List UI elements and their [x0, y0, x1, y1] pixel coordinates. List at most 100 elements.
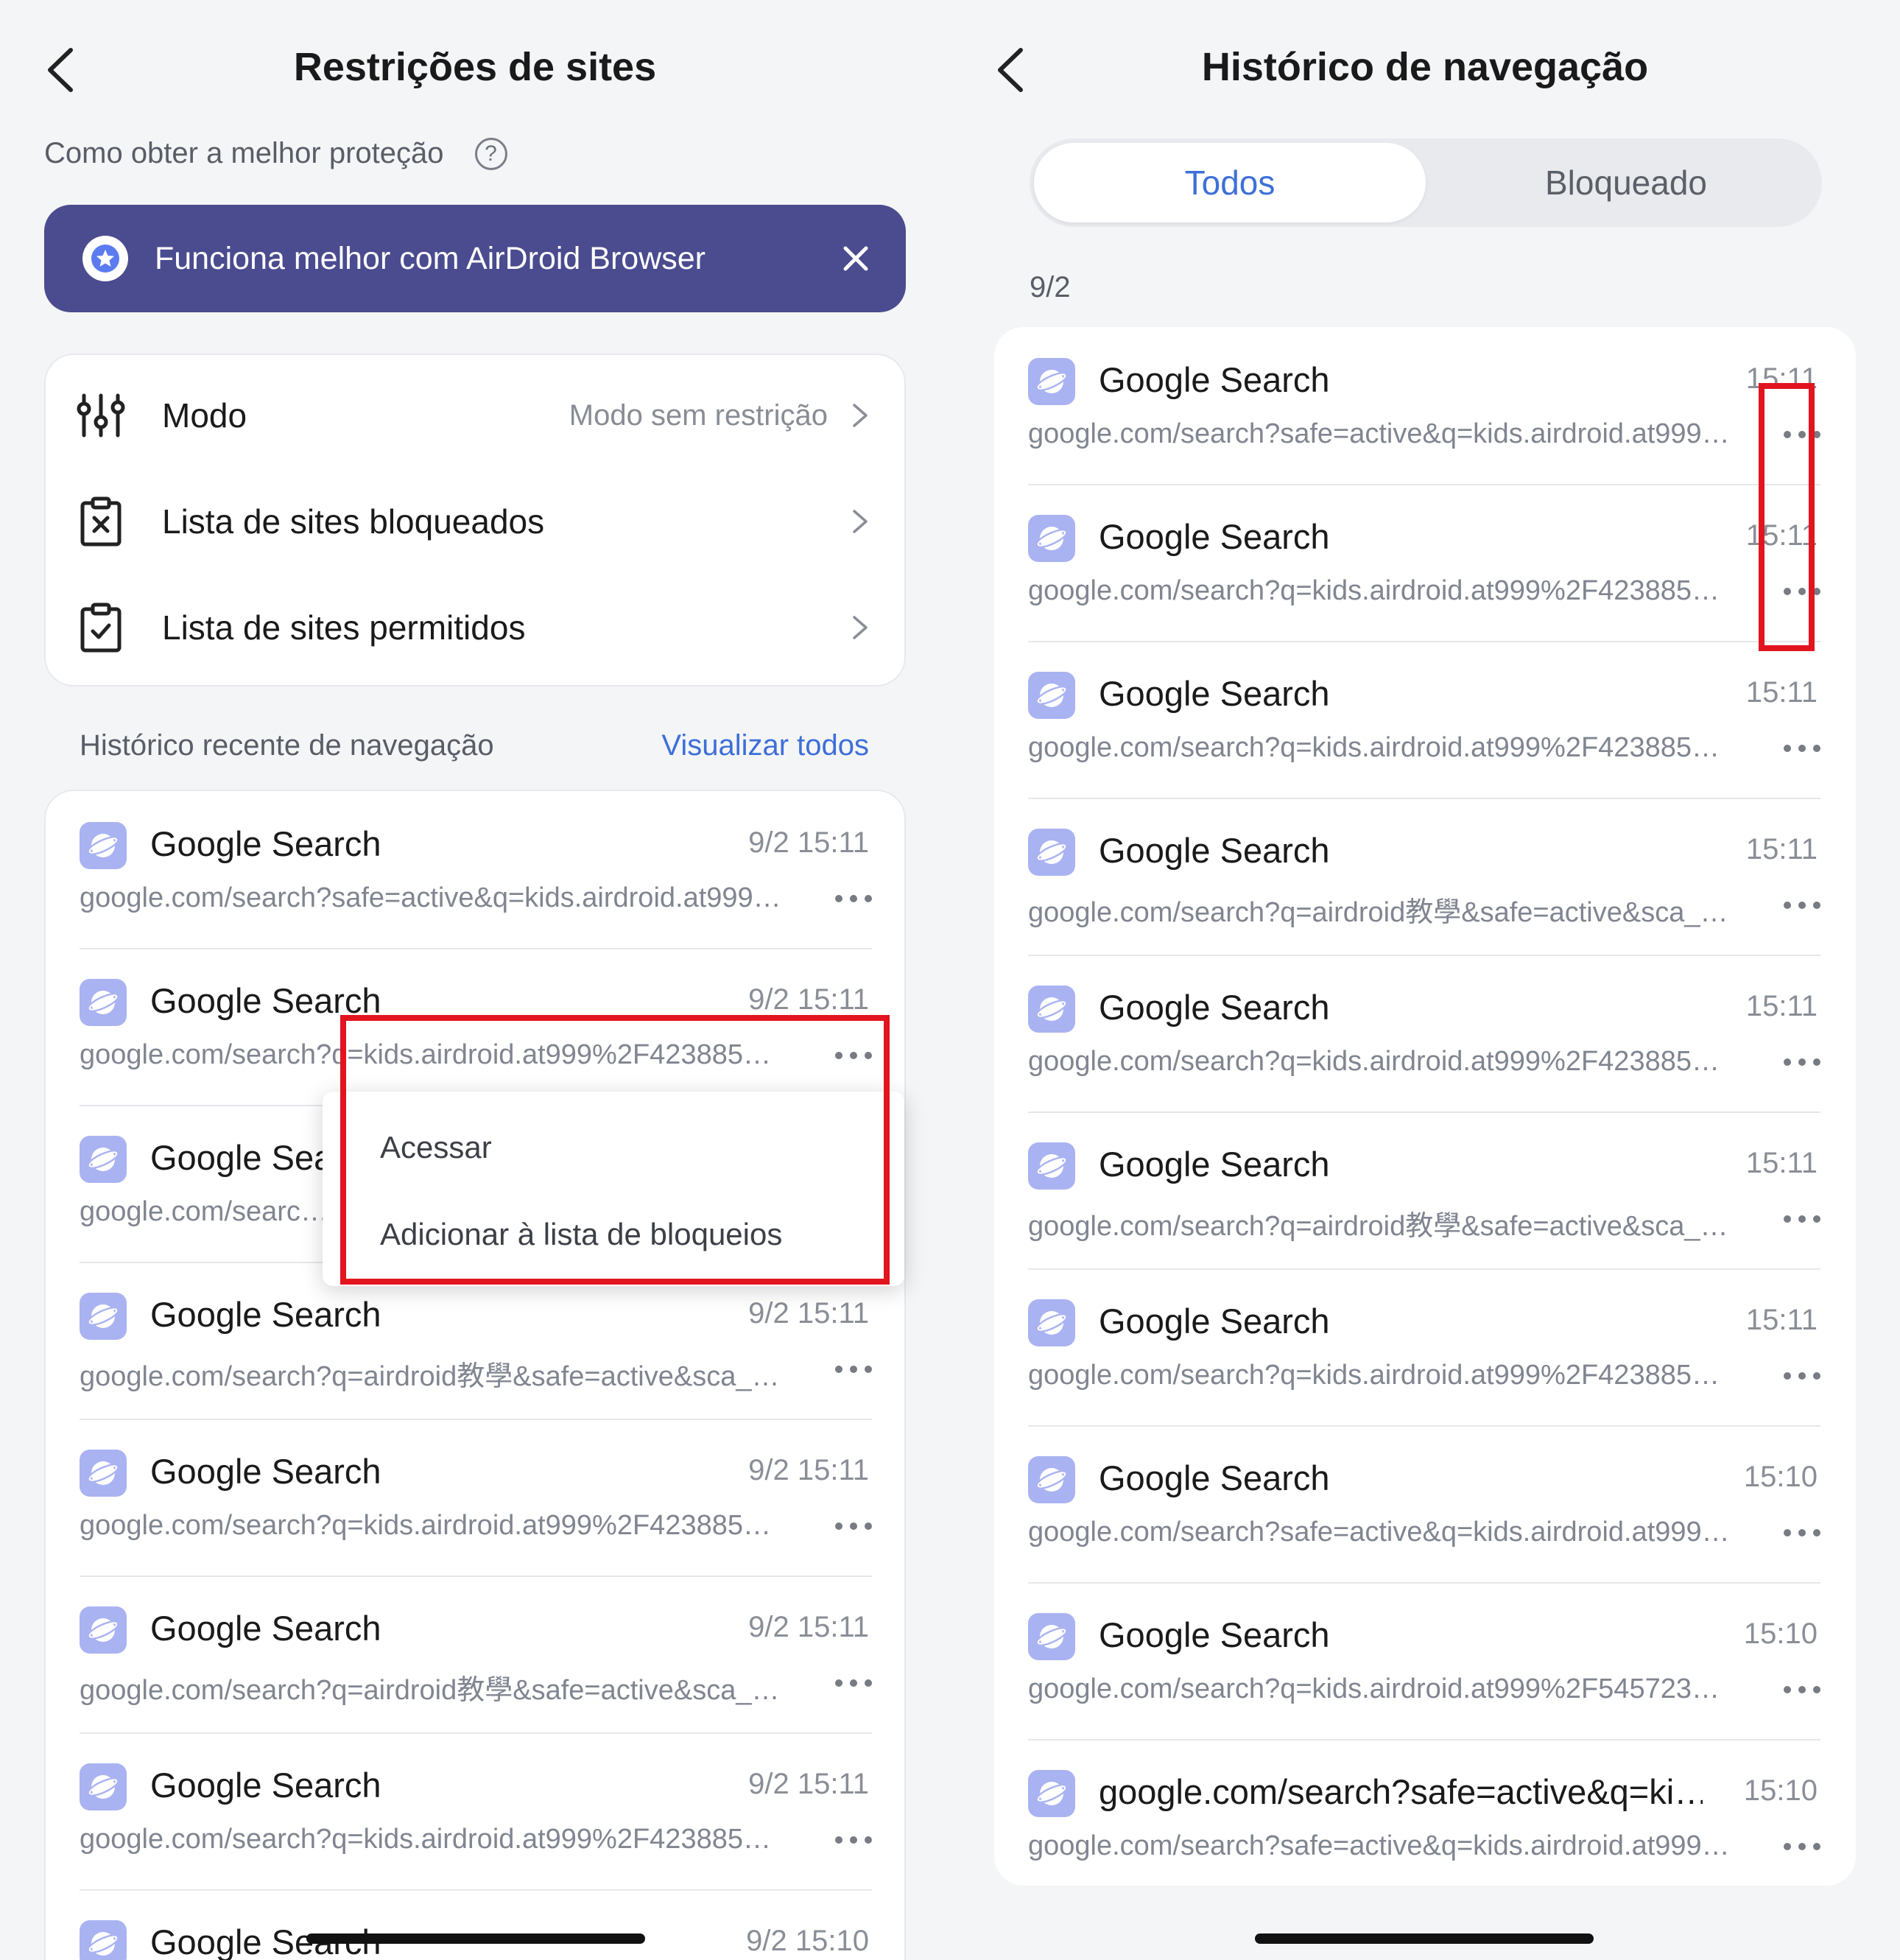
item-time: 15:11 [1745, 519, 1818, 552]
history-item[interactable]: Google Search 15:11 google.com/search?q=ai… [1028, 1113, 1820, 1270]
planet-icon [1028, 1456, 1075, 1503]
history-item[interactable]: Google Search 9/2 15:11 google.com/search?… [80, 1577, 872, 1734]
item-time: 15:11 [1745, 990, 1818, 1022]
item-url: google.com/search?q=kids.airdroid.at999%… [1028, 1046, 1742, 1077]
item-title: Google Search [150, 1452, 381, 1491]
more-options-icon[interactable] [1784, 420, 1820, 449]
tab-blocked[interactable]: Bloqueado [1430, 138, 1822, 227]
tab-all[interactable]: Todos [1034, 143, 1426, 222]
date-label: 9/2 [1030, 271, 1071, 303]
item-title: Google Search [1099, 1458, 1330, 1497]
chevron-right-icon [853, 404, 868, 427]
planet-icon [1028, 358, 1075, 405]
history-item[interactable]: Google Search 15:10 google.com/search?safe… [1028, 1427, 1820, 1584]
history-card: Google Search 15:11 google.com/search?safe… [994, 327, 1856, 1886]
planet-icon [1028, 672, 1075, 719]
more-options-icon[interactable] [835, 1355, 872, 1384]
question-icon[interactable]: ? [474, 137, 507, 170]
history-item[interactable]: Google Search 15:11 google.com/search?q=ki… [1028, 485, 1820, 642]
history-item[interactable]: google.com/search?safe=active&q=ki… 15:10… [1028, 1741, 1820, 1897]
item-url: google.com/search?q=kids.airdroid.at999%… [1028, 1360, 1742, 1391]
item-url: google.com/search?safe=active&q=kids.air… [80, 882, 794, 913]
section-title: Histórico recente de navegação [80, 729, 494, 762]
history-item[interactable]: Google Search 15:11 google.com/search?q=ki… [1028, 642, 1820, 799]
more-options-icon[interactable] [835, 1668, 872, 1698]
chevron-right-icon [853, 510, 868, 533]
item-title: Google Search [150, 1609, 381, 1648]
more-options-icon[interactable] [1784, 734, 1820, 763]
history-item[interactable]: Google Search 15:11 google.com/search?q=ki… [1028, 956, 1820, 1113]
item-title: Google Search [1099, 831, 1330, 870]
more-options-icon[interactable] [1784, 1832, 1820, 1861]
history-item[interactable]: Google Search 15:11 google.com/search?q=ai… [1028, 799, 1820, 956]
planet-icon [80, 1450, 127, 1497]
banner-text: Funciona melhor com AirDroid Browser [155, 240, 706, 276]
history-item[interactable]: Google Search 15:11 google.com/search?q=ki… [1028, 1270, 1820, 1427]
more-options-icon[interactable] [835, 1041, 872, 1070]
item-time: 9/2 15:11 [748, 826, 869, 859]
item-time: 15:10 [1743, 1617, 1818, 1650]
more-options-icon[interactable] [1784, 577, 1820, 606]
item-url: google.com/search?q=airdroid教學&safe=acti… [1028, 897, 1742, 928]
planet-icon [1028, 1770, 1075, 1817]
more-options-icon[interactable] [1784, 891, 1820, 920]
item-title: Google Search [150, 824, 381, 863]
home-indicator [306, 1933, 645, 1944]
item-title: Google Search [1099, 674, 1330, 713]
history-item[interactable]: Google Search 9/2 15:11 google.com/search?… [80, 949, 872, 1106]
item-title: Google Search [1099, 360, 1330, 399]
more-options-icon[interactable] [835, 1825, 872, 1855]
item-time: 9/2 15:11 [748, 1454, 869, 1486]
more-options-icon[interactable] [1784, 1675, 1820, 1704]
planet-icon [1028, 1299, 1075, 1346]
planet-icon [80, 1920, 127, 1960]
history-item[interactable]: Google Search 9/2 15:11 google.com/search?… [80, 1420, 872, 1577]
item-time: 9/2 15:11 [748, 1611, 869, 1643]
history-item[interactable]: Google Search 9/2 15:11 google.com/search?… [80, 793, 872, 949]
planet-icon [1028, 829, 1075, 876]
history-item[interactable]: Google Search 9/2 15:11 google.com/search?… [80, 1263, 872, 1420]
help-row[interactable]: Como obter a melhor proteção ? [44, 137, 507, 170]
history-item[interactable]: Google Search9/2 15:10google.com/search?… [80, 1891, 872, 1960]
access-option[interactable]: Acessar [380, 1130, 492, 1165]
view-all-link[interactable]: Visualizar todos [661, 729, 869, 762]
history-item[interactable]: Google Search 9/2 15:11 google.com/search?… [80, 1734, 872, 1891]
more-options-icon[interactable] [1784, 1047, 1820, 1077]
menu-item-allowed-sites[interactable]: Lista de sites permitidos [46, 575, 904, 681]
browsing-history-screen: Histórico de navegação Todos Bloqueado 9… [950, 0, 1900, 1960]
more-options-icon[interactable] [835, 884, 872, 913]
planet-icon [80, 1293, 127, 1340]
planet-icon [1028, 1142, 1075, 1190]
item-url: google.com/search?safe=active&q=kids.air… [1028, 1517, 1742, 1548]
more-options-icon[interactable] [835, 1511, 872, 1541]
item-title: Google Search [150, 1766, 381, 1805]
menu-item-mode[interactable]: Modo Modo sem restrição [46, 362, 904, 468]
item-url: google.com/search?q=kids.airdroid.at999%… [80, 1510, 794, 1541]
close-icon[interactable] [838, 241, 873, 276]
star-icon [82, 236, 128, 281]
add-to-blocklist-option[interactable]: Adicionar à lista de bloqueios [380, 1217, 782, 1252]
site-restrictions-screen: Restrições de sites Como obter a melhor … [0, 0, 950, 1960]
more-options-icon[interactable] [1784, 1518, 1820, 1548]
item-title: Google Search [1099, 988, 1330, 1027]
item-url: google.com/search?safe=active&q=kids.air… [1028, 418, 1742, 449]
item-time: 15:11 [1745, 1304, 1818, 1336]
history-item[interactable]: Google Search 15:10 google.com/search?q=ki… [1028, 1584, 1820, 1741]
planet-icon [1028, 1613, 1075, 1660]
item-time: 9/2 15:11 [748, 1297, 869, 1330]
more-options-icon[interactable] [1784, 1361, 1820, 1391]
menu-item-blocked-sites[interactable]: Lista de sites bloqueados [46, 468, 904, 575]
recent-history-header: Histórico recente de navegação Visualiza… [80, 729, 869, 762]
clipboard-check-icon [80, 603, 122, 653]
item-time: 9/2 15:11 [748, 1768, 869, 1800]
page-title: Restrições de sites [293, 45, 657, 89]
restriction-menu-card: Modo Modo sem restrição Lista de sites b… [44, 354, 906, 686]
history-item[interactable]: Google Search 15:11 google.com/search?safe… [1028, 329, 1820, 485]
airdroid-browser-banner[interactable]: Funciona melhor com AirDroid Browser [44, 205, 906, 312]
item-title: Google Search [150, 1295, 381, 1334]
planet-icon [80, 1763, 127, 1810]
item-title: google.com/search?safe=active&q=ki… [1099, 1772, 1703, 1811]
more-options-icon[interactable] [1784, 1204, 1820, 1234]
menu-item-value: Modo sem restrição [569, 398, 828, 432]
item-time: 9/2 15:11 [748, 983, 869, 1016]
